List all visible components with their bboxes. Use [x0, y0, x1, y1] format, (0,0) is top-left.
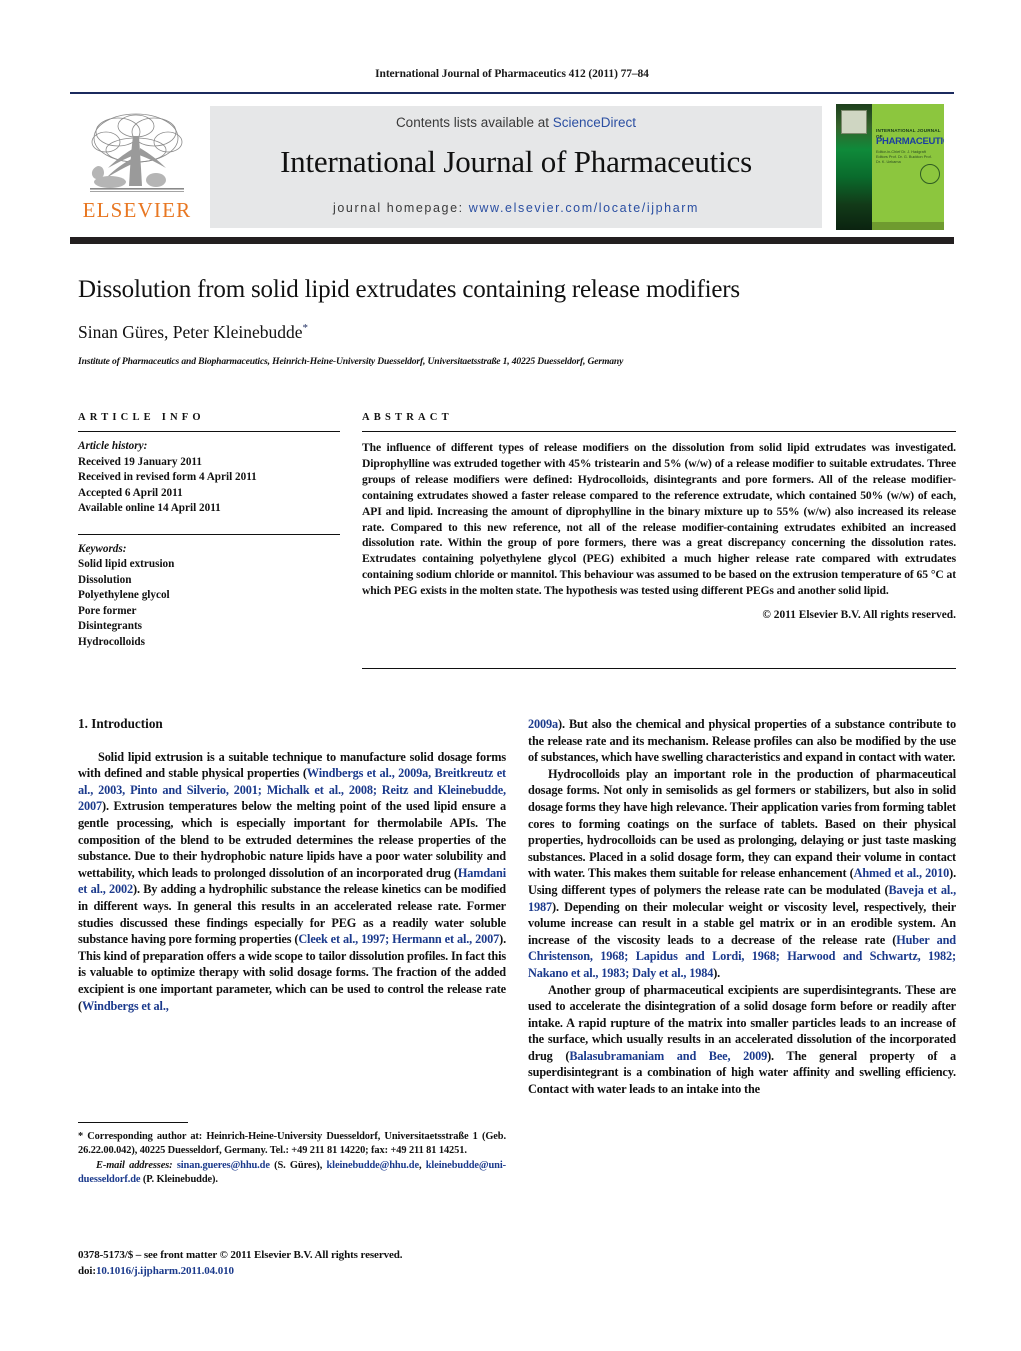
body-paragraph: Hydrocolloids play an important role in … [528, 766, 956, 982]
paper-page: International Journal of Pharmaceutics 4… [0, 0, 1021, 1351]
masthead-bottom-bar [70, 237, 954, 244]
keyword-item: Pore former [78, 604, 137, 617]
author-names: Sinan Güres, Peter Kleinebudde [78, 322, 303, 342]
abstract-rule [362, 431, 956, 432]
doi-line: doi:10.1016/j.ijpharm.2011.04.010 [78, 1264, 518, 1280]
cover-tube-cap [841, 110, 867, 134]
journal-cover-thumbnail: INTERNATIONAL JOURNAL OF PHARMACEUTICS E… [836, 104, 944, 230]
elsevier-tree-icon [90, 113, 184, 192]
header-rule [70, 92, 954, 94]
homepage-prefix: journal homepage: [332, 201, 469, 215]
running-head: International Journal of Pharmaceutics 4… [375, 68, 649, 80]
imprint-block: 0378-5173/$ – see front matter © 2011 El… [78, 1248, 518, 1279]
intro-paragraphs-right: 2009a). But also the chemical and physic… [528, 716, 956, 1098]
keywords-label: Keywords: [78, 542, 127, 555]
page-title: Dissolution from solid lipid extrudates … [78, 276, 740, 303]
citation-link[interactable]: Windbergs et al., [82, 999, 169, 1013]
history-item: Available online 14 April 2011 [78, 502, 221, 514]
email-note: (P. Kleinebudde). [140, 1173, 218, 1185]
history-item: Received 19 January 2011 [78, 455, 202, 468]
email-link[interactable]: kleinebudde@hhu.de [327, 1160, 420, 1171]
body-text: ). [713, 965, 721, 980]
keyword-item: Dissolution [78, 573, 132, 586]
abstract-column: ABSTRACT The influence of different type… [362, 412, 956, 621]
footnote-rule [78, 1122, 188, 1123]
front-matter-line: 0378-5173/$ – see front matter © 2011 El… [78, 1249, 403, 1261]
article-info-column: ARTICLE INFO Article history: Received 1… [78, 412, 340, 650]
journal-homepage-line: journal homepage: www.elsevier.com/locat… [210, 201, 822, 215]
keyword-item: Hydrocolloids [78, 635, 145, 648]
keywords-block: Keywords: Solid lipid extrusion Dissolut… [78, 542, 340, 651]
body-column-left: 1. Introduction Solid lipid extrusion is… [78, 716, 506, 1014]
body-text: ). Depending on their molecular weight o… [528, 899, 956, 947]
affiliation: Institute of Pharmaceutics and Biopharma… [78, 356, 624, 367]
cover-circle-mark [920, 164, 940, 184]
email-addresses-label: E-mail addresses: [96, 1159, 173, 1171]
sciencedirect-link[interactable]: ScienceDirect [553, 115, 636, 130]
body-paragraph: 2009a). But also the chemical and physic… [528, 716, 956, 766]
citation-link[interactable]: Balasubramaniam and Bee, 2009 [569, 1049, 767, 1063]
copyright-notice: © 2011 Elsevier B.V. All rights reserved… [762, 609, 956, 622]
keyword-item: Polyethylene glycol [78, 589, 170, 601]
citation-link[interactable]: Cleek et al., 1997; Hermann et al., 2007 [298, 932, 499, 946]
intro-paragraphs-left: Solid lipid extrusion is a suitable tech… [78, 749, 506, 1015]
citation-link[interactable]: 2009a [528, 717, 558, 731]
body-column-right: 2009a). But also the chemical and physic… [528, 716, 956, 1098]
corresponding-author-footnote: * Corresponding author at: Heinrich-Hein… [78, 1122, 506, 1187]
history-item: Accepted 6 April 2011 [78, 486, 183, 499]
contents-prefix: Contents lists available at [395, 115, 553, 130]
article-info-heading: ARTICLE INFO [78, 412, 205, 423]
masthead-panel: Contents lists available at ScienceDirec… [210, 106, 822, 228]
body-text: Hydrocolloids play an important role in … [528, 766, 956, 881]
corresponding-author-marker: * [302, 322, 309, 335]
doi-label: doi: [78, 1264, 96, 1277]
email-note: , [418, 1159, 426, 1171]
elsevier-logo: ELSEVIER [76, 106, 198, 228]
email-link[interactable]: sinan.gueres@hhu.de [177, 1160, 270, 1171]
contents-available-line: Contents lists available at ScienceDirec… [210, 115, 822, 130]
keyword-item: Solid lipid extrusion [78, 558, 175, 570]
citation-link[interactable]: Ahmed et al., 2010 [854, 866, 950, 880]
journal-masthead: ELSEVIER Contents lists available at Sci… [70, 100, 954, 234]
abstract-bottom-rule [362, 668, 956, 669]
journal-homepage-link[interactable]: www.elsevier.com/locate/ijpharm [469, 201, 699, 215]
body-text: ). Extrusion temperatures below the melt… [78, 799, 506, 880]
elsevier-wordmark: ELSEVIER [82, 198, 192, 222]
keywords-rule [78, 533, 340, 535]
cover-bottom-band [872, 222, 944, 230]
abstract-heading: ABSTRACT [362, 412, 453, 423]
article-info-rule [78, 431, 340, 432]
keyword-item: Disintegrants [78, 620, 143, 632]
email-note: (S. Güres), [269, 1159, 327, 1171]
author-list: Sinan Güres, Peter Kleinebudde* [78, 322, 958, 343]
footnote-address: * Corresponding author at: Heinrich-Hein… [78, 1131, 506, 1157]
cover-title-text: PHARMACEUTICS [876, 136, 944, 147]
history-item: Received in revised form 4 April 2011 [78, 471, 257, 483]
section-heading-introduction: 1. Introduction [78, 716, 163, 731]
article-history-label: Article history: [78, 440, 148, 452]
body-text: ). But also the chemical and physical pr… [528, 717, 956, 765]
cover-subtitle-text: Editor-in-Chief Dr. J. Hadgraft Editors … [876, 150, 932, 164]
body-paragraph: Solid lipid extrusion is a suitable tech… [78, 749, 506, 1015]
body-paragraph: Another group of pharmaceutical excipien… [528, 982, 956, 1098]
abstract-text: The influence of different types of rele… [362, 441, 956, 598]
article-history-block: Article history: Received 19 January 201… [78, 439, 340, 517]
journal-title: International Journal of Pharmaceutics [280, 144, 752, 179]
footnote-emails: E-mail addresses: sinan.gueres@hhu.de (S… [78, 1159, 506, 1188]
doi-link[interactable]: 10.1016/j.ijpharm.2011.04.010 [96, 1265, 234, 1277]
